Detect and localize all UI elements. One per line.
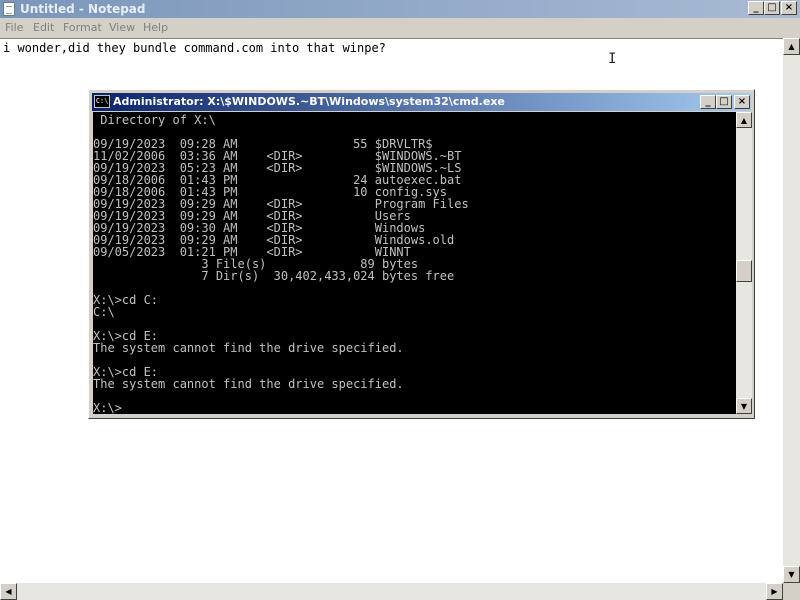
- cmd-minimize-button[interactable]: _: [700, 95, 716, 109]
- cmd-close-button[interactable]: ×: [734, 95, 750, 109]
- cmd-window-title: Administrator: X:\$WINDOWS.~BT\Windows\s…: [113, 95, 505, 108]
- cmd-output-line: C:\: [93, 305, 115, 319]
- notepad-vertical-scrollbar[interactable]: ▲ ▼: [783, 38, 800, 583]
- cmd-title-bar[interactable]: C:\ Administrator: X:\$WINDOWS.~BT\Windo…: [92, 93, 751, 111]
- notepad-scroll-down-button[interactable]: ▼: [783, 566, 800, 583]
- notepad-close-button[interactable]: ×: [781, 1, 797, 15]
- cmd-vertical-scrollbar[interactable]: ▲ ▼: [736, 112, 752, 414]
- text-cursor-icon: I: [608, 51, 617, 67]
- notepad-scroll-left-button[interactable]: ◀: [0, 583, 17, 600]
- cmd-window[interactable]: C:\ Administrator: X:\$WINDOWS.~BT\Windo…: [88, 89, 755, 419]
- menu-view[interactable]: View: [109, 21, 135, 34]
- notepad-title-bar[interactable]: Untitled - Notepad _ □ ×: [0, 0, 800, 18]
- cmd-maximize-button[interactable]: □: [716, 95, 732, 109]
- cmd-scroll-up-button[interactable]: ▲: [736, 112, 752, 128]
- notepad-scroll-up-button[interactable]: ▲: [783, 38, 800, 55]
- notepad-app-icon[interactable]: [3, 2, 15, 16]
- notepad-document-text[interactable]: i wonder,did they bundle command.com int…: [3, 41, 386, 55]
- cmd-output-line: 7 Dir(s) 30,402,433,024 bytes free: [93, 269, 455, 283]
- cmd-output-line: The system cannot find the drive specifi…: [93, 377, 404, 391]
- notepad-menu-bar: File Edit Format View Help: [0, 18, 800, 38]
- cmd-app-icon[interactable]: C:\: [94, 95, 110, 108]
- notepad-horizontal-scrollbar[interactable]: ◀ ▶: [0, 583, 783, 600]
- notepad-minimize-button[interactable]: _: [748, 1, 764, 15]
- menu-file[interactable]: File: [5, 21, 23, 34]
- menu-edit[interactable]: Edit: [33, 21, 54, 34]
- cmd-scroll-down-button[interactable]: ▼: [736, 398, 752, 414]
- notepad-window-title: Untitled - Notepad: [20, 2, 146, 16]
- menu-help[interactable]: Help: [143, 21, 168, 34]
- menu-format[interactable]: Format: [63, 21, 102, 34]
- cmd-output-line: The system cannot find the drive specifi…: [93, 341, 404, 355]
- cmd-output-line: Directory of X:\: [93, 113, 216, 127]
- notepad-scroll-right-button[interactable]: ▶: [766, 583, 783, 600]
- notepad-maximize-button[interactable]: □: [764, 1, 780, 15]
- cmd-output-line: X:\>_: [93, 401, 130, 414]
- cmd-console-output[interactable]: Directory of X:\ 09/19/2023 09:28 AM 55 $…: [93, 112, 736, 414]
- notepad-size-grip[interactable]: [783, 583, 800, 600]
- cmd-scroll-thumb[interactable]: [736, 260, 752, 282]
